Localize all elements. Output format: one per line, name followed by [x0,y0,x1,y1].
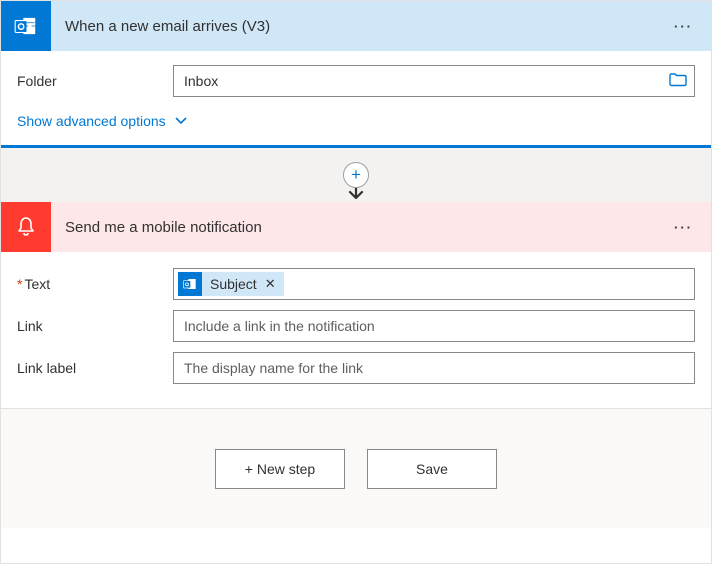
text-token-field[interactable]: Subject ✕ [173,268,695,300]
folder-row: Folder [17,65,695,97]
chevron-down-icon [174,116,188,126]
notification-bell-icon [1,202,51,252]
show-advanced-options-link[interactable]: Show advanced options [17,113,188,129]
text-row: *Text Subject ✕ [17,268,695,300]
link-input[interactable] [173,310,695,342]
folder-input[interactable] [173,65,695,97]
trigger-menu-button[interactable]: ··· [672,13,695,40]
action-header[interactable]: Send me a mobile notification ··· [1,202,711,252]
connector-area: + [1,148,711,202]
folder-picker-icon[interactable] [669,73,687,90]
action-body: *Text Subject ✕ Link [1,252,711,408]
link-row: Link [17,310,695,342]
new-step-button[interactable]: + New step [215,449,345,489]
action-title: Send me a mobile notification [51,219,672,236]
linklabel-row: Link label [17,352,695,384]
subject-token: Subject ✕ [178,272,284,296]
token-label: Subject [210,276,257,292]
save-button[interactable]: Save [367,449,497,489]
insert-step-button[interactable]: + [343,162,369,188]
linklabel-input[interactable] [173,352,695,384]
linklabel-label: Link label [17,360,173,376]
action-menu-button[interactable]: ··· [672,214,695,241]
arrow-down-icon [346,186,366,202]
advanced-link-label: Show advanced options [17,113,166,129]
trigger-body: Folder Show advanced options [1,51,711,145]
text-label: *Text [17,276,173,292]
link-label: Link [17,318,173,334]
action-card: Send me a mobile notification ··· *Text … [1,202,711,408]
footer-bar: + New step Save [1,408,711,528]
outlook-token-icon [178,272,202,296]
trigger-header[interactable]: When a new email arrives (V3) ··· [1,1,711,51]
outlook-icon [1,1,51,51]
folder-label: Folder [17,73,173,89]
trigger-card: When a new email arrives (V3) ··· Folder… [1,1,711,148]
trigger-title: When a new email arrives (V3) [51,18,672,35]
remove-token-button[interactable]: ✕ [265,276,276,292]
